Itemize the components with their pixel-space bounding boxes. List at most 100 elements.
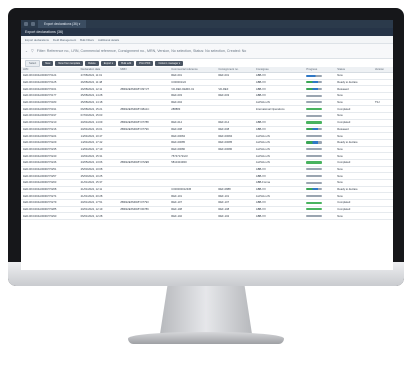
table-cell: ALPHA-LIN [253, 99, 305, 107]
print-pdf-button[interactable]: Print PDF [136, 60, 154, 66]
table-cell: ALPHA-LIN [253, 192, 305, 201]
table-row[interactable]: 1EDJ4KC004A00003Y5257 25/03/2022, 10:25 AB… [21, 172, 393, 180]
table-row[interactable]: 1EDJ4KC004A00003Y5161 26/08/2022, 12:11 ZB… [21, 85, 393, 94]
table-cell: 20/01/2022, 17:51 [78, 199, 119, 207]
table-cell: 14/04/2022, 17:19 [78, 146, 119, 154]
app-screen: Export declarations (36) ▾ Export declar… [21, 20, 393, 270]
tab-export-declarations[interactable]: Export declarations (36) ▾ [38, 20, 87, 28]
bulk-edit-button[interactable]: Bulk edit [118, 60, 135, 66]
table-row[interactable]: 1EDJ4KC004A00003Y5240 10/04/2022, 15:31 75… [21, 152, 393, 160]
table-cell: 26/08/2022, 11:48 [78, 79, 119, 87]
select-button[interactable]: Select [25, 59, 41, 67]
table-cell: VD-REF [216, 85, 254, 94]
table-cell: C000001/22 [169, 79, 217, 87]
declarations-table: LRN Declaration date MRN Commercial refe… [21, 67, 393, 221]
table-row[interactable]: 1EDJ4KC004A00003Y5183 25/08/2022, 14:18 RE… [21, 99, 393, 107]
table-cell: 14/04/2022, 10:47 [78, 132, 119, 140]
table-row[interactable]: 1EDJ4KC004A00003Y5124 27/08/2022, 11:01 RE… [21, 72, 393, 80]
table-cell: New [335, 212, 373, 221]
table-cell [372, 72, 393, 80]
progress-bar [306, 74, 323, 77]
table-cell [216, 112, 254, 120]
breadcrumb-item[interactable]: Additional details [98, 38, 119, 42]
table-row[interactable]: 1EDJ4KC004A00003Y5125 26/08/2022, 11:48 C0… [21, 79, 393, 87]
table-row[interactable]: 1EDJ4KC004A00003Y5210 20/04/2022, 14:09 ZB… [21, 119, 393, 127]
table-row[interactable]: 1EDJ4KC004A00003Y5251 25/03/2022, 10:08 AB… [21, 166, 393, 174]
table-cell: ALPHA-LIN [253, 132, 305, 140]
table-row[interactable]: 1EDJ4KC004A00003Y5279 20/01/2022, 17:51 ZB… [21, 199, 393, 207]
table-row[interactable]: 1EDJ4KC004A00003Y5197 07/03/2022, 15:03 Ne… [21, 112, 393, 120]
table-cell: 1EDJ4KC004A00003Y5290 [21, 212, 79, 221]
table-row[interactable]: 1EDJ4KC004A00003Y5290 06/01/2022, 12:28 RE… [21, 212, 393, 221]
table-cell [372, 146, 393, 154]
table-cell: ZBR22EXM01BY08A1C [118, 105, 170, 114]
table-cell: Ready to declare [335, 186, 373, 194]
progress-cell [304, 126, 336, 134]
table-cell [216, 179, 254, 187]
progress-bar [306, 154, 323, 157]
table-cell: REF-004 [169, 99, 217, 107]
table-cell [118, 166, 170, 174]
progress-bar [306, 188, 323, 191]
export-button[interactable]: Export ▾ [100, 60, 117, 66]
breadcrumb-item[interactable]: Field Management [53, 38, 76, 42]
table-row[interactable]: 1EDJ4KC004A00003Y5263 21/01/2022, 15:37 AB… [21, 179, 393, 187]
breadcrumb-item[interactable]: Bulk Filters [80, 38, 94, 42]
table-cell: ALPHA-LIN [253, 159, 305, 167]
column-manager-button[interactable]: Column manager ▾ [155, 60, 184, 66]
table-cell: 288883 [169, 105, 217, 114]
progress-bar [306, 168, 323, 171]
home-icon[interactable] [31, 22, 35, 26]
table-cell: New [335, 146, 373, 154]
chevron-down-icon[interactable]: ⌄ [25, 49, 28, 53]
delete-button[interactable]: Delete [85, 60, 99, 66]
progress-cell [304, 206, 336, 214]
new-from-template-button[interactable]: New from template [55, 60, 84, 66]
table-cell: 5810404R00 [169, 159, 217, 167]
filter-icon[interactable]: ▽ [31, 49, 34, 53]
table-cell [372, 112, 393, 120]
table-cell [118, 172, 170, 180]
table-row[interactable]: 1EDJ4KC004A00003Y5246 23/05/2022, 13:06 ZB… [21, 159, 393, 167]
menu-icon[interactable] [24, 22, 28, 26]
table-row[interactable]: 1EDJ4KC004A00003Y5285 20/01/2022, 12:19 ZB… [21, 206, 393, 214]
table-cell: Released [335, 126, 373, 134]
table-row[interactable]: 1EDJ4KC004A00003Y5224 14/04/2022, 10:47 RE… [21, 132, 393, 140]
table-row[interactable]: 1EDJ4KC004A00003Y5216 20/04/2022, 16:01 ZB… [21, 126, 393, 134]
table-cell: ABB-XX [253, 212, 305, 221]
table-cell [118, 152, 170, 160]
table-row[interactable]: 1EDJ4KC004A00003Y5235 14/04/2022, 17:19 RE… [21, 146, 393, 154]
progress-bar [306, 101, 323, 104]
progress-cell [304, 172, 336, 180]
table-row[interactable]: 1EDJ4KC004A00003Y5274 21/01/2022, 20:28 RE… [21, 192, 393, 201]
table-cell: REF-102 [169, 212, 217, 221]
table-cell [118, 179, 170, 187]
progress-cell [304, 99, 336, 107]
table-cell: 75747172/2/2 [169, 152, 217, 160]
table-cell [372, 186, 393, 194]
new-button[interactable]: New [42, 60, 54, 66]
table-row[interactable]: 1EDJ4KC004A00003Y5177 25/08/2022, 14:28 RE… [21, 92, 393, 100]
table-cell: REF-107 [216, 199, 254, 207]
breadcrumb-item[interactable]: Export declarations [25, 38, 49, 42]
table-row[interactable]: 1EDJ4KC004A00003Y5191 06/08/2022, 15:21 ZB… [21, 105, 393, 114]
table-cell: REF-003 [216, 92, 254, 100]
table-cell: REF-108 [216, 206, 254, 214]
table-row[interactable]: 1EDJ4KC004A00003Y5229 14/04/2022, 17:42 RE… [21, 139, 393, 147]
table-cell: 06/08/2022, 15:21 [78, 105, 119, 114]
table-cell: 1EDJ4KC004A00003Y5257 [21, 172, 79, 180]
progress-bar [306, 87, 323, 91]
progress-cell [304, 146, 336, 154]
table-cell: International Operations [253, 105, 305, 114]
table-row[interactable]: 1EDJ4KC004A00003Y5268 21/01/2022, 12:11 C0… [21, 186, 393, 194]
progress-cell [304, 186, 336, 194]
table-cell [216, 99, 254, 107]
table-cell: 21/01/2022, 20:28 [78, 192, 119, 201]
table-cell [216, 105, 254, 114]
progress-bar [306, 134, 323, 137]
table-cell: REF-014 [216, 119, 254, 127]
table-cell [372, 79, 393, 87]
table-cell [169, 179, 217, 187]
progress-cell [304, 85, 336, 94]
filter-bar[interactable]: ⌄ ▽ Filter: Reference no., LRN, Commerci… [21, 44, 393, 59]
